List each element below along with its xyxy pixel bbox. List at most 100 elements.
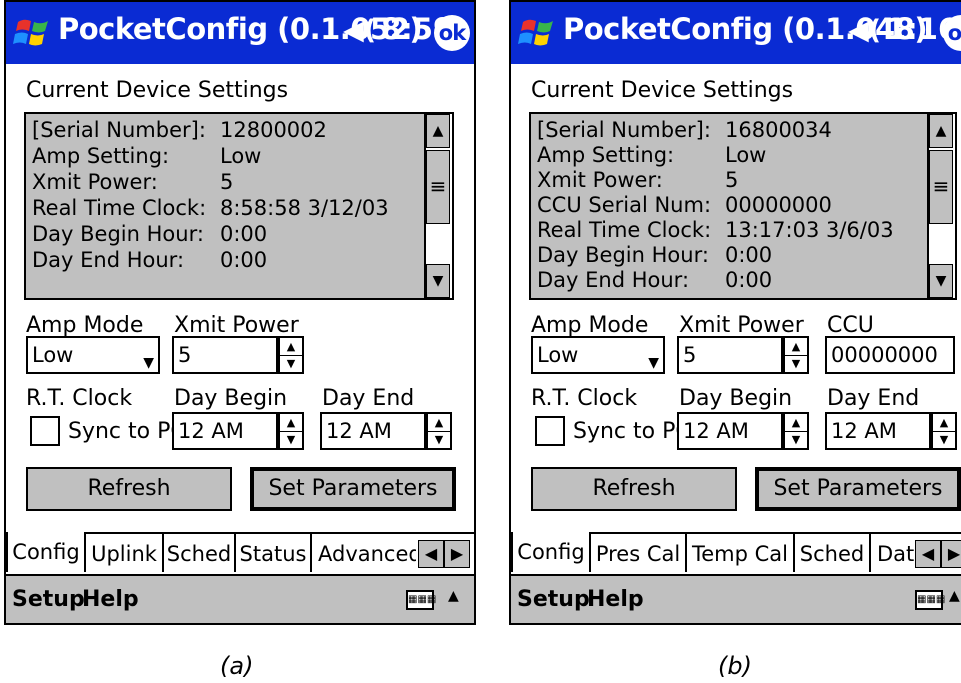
day-end-field[interactable]: 12 AM [825, 412, 931, 450]
scroll-thumb[interactable]: ≡ [426, 150, 450, 224]
list-item: Day Begin Hour: 0:00 [537, 243, 773, 267]
stepper-down-icon: ▼ [286, 357, 296, 370]
tab-sched[interactable]: Sched [795, 534, 871, 572]
day-end-label: Day End [322, 386, 415, 411]
day-begin-field[interactable]: 12 AM [172, 412, 278, 450]
amp-mode-select[interactable]: Low ▼ [26, 336, 160, 374]
list-item: Xmit Power: 5 [32, 170, 234, 194]
windows-start-icon[interactable] [12, 16, 54, 50]
stepper-up-icon: ▲ [785, 338, 807, 356]
stepper-up-icon: ▲ [428, 414, 450, 432]
list-item: Xmit Power: 5 [537, 168, 739, 192]
speaker-icon[interactable]: ◀( [848, 15, 881, 46]
ccu-field[interactable]: 00000000 [825, 336, 955, 374]
stepper-up-icon: ▲ [785, 414, 807, 432]
ccu-label: CCU [827, 313, 874, 338]
sync-label[interactable]: Sync to PC [68, 419, 186, 444]
day-end-stepper[interactable]: ▲ ▼ [426, 412, 452, 450]
tab-scroll-right-icon[interactable]: ▶ [444, 540, 470, 568]
windows-start-icon[interactable] [517, 16, 559, 50]
speaker-icon[interactable]: ◀( [343, 15, 376, 46]
chevron-down-icon: ▼ [648, 355, 659, 371]
set-parameters-button[interactable]: Set Parameters [250, 467, 456, 511]
amp-mode-label: Amp Mode [531, 313, 649, 338]
scroll-up-icon[interactable]: ▲ [426, 114, 450, 148]
tab-strip: Config Pres Cal Temp Cal Sched Data ◀ ▶ [511, 532, 961, 574]
list-item: Amp Setting: Low [32, 144, 262, 168]
rt-clock-label: R.T. Clock [26, 386, 133, 411]
device-screen-a: PocketConfig (0.1.052) ◀( 8:59 ok Curren… [4, 0, 476, 625]
day-begin-stepper[interactable]: ▲ ▼ [783, 412, 809, 450]
stepper-up-icon: ▲ [280, 338, 302, 356]
tab-pres-cal[interactable]: Pres Cal [591, 534, 687, 572]
tab-temp-cal[interactable]: Temp Cal [687, 534, 795, 572]
list-item: Day Begin Hour: 0:00 [32, 222, 268, 246]
xmit-power-stepper[interactable]: ▲ ▼ [783, 336, 809, 374]
tab-config[interactable]: Config [6, 532, 86, 572]
rt-clock-label: R.T. Clock [531, 386, 638, 411]
list-item: Day End Hour: 0:00 [537, 268, 773, 292]
chevron-down-icon: ▼ [143, 355, 154, 371]
list-item: CCU Serial Num: 00000000 [537, 193, 832, 217]
tab-scroll-left-icon[interactable]: ◀ [418, 540, 444, 568]
stepper-up-icon: ▲ [280, 414, 302, 432]
amp-mode-label: Amp Mode [26, 313, 144, 338]
scroll-up-icon[interactable]: ▲ [929, 114, 953, 148]
sync-label[interactable]: Sync to PC [573, 419, 691, 444]
vertical-scrollbar[interactable]: ▲ ≡ ▼ [424, 114, 452, 298]
tab-strip: Config Uplink Sched Status Advanced ◀ ▶ [6, 532, 474, 574]
amp-mode-select[interactable]: Low ▼ [531, 336, 665, 374]
keyboard-icon[interactable]: ▦▦▦ [915, 590, 945, 610]
stepper-up-icon: ▲ [933, 414, 955, 432]
day-begin-field[interactable]: 12 AM [677, 412, 783, 450]
ok-button[interactable]: ok [434, 15, 470, 51]
list-item: [Serial Number]: 12800002 [32, 118, 327, 142]
set-parameters-button[interactable]: Set Parameters [755, 467, 961, 511]
list-item: Amp Setting: Low [537, 143, 767, 167]
caption-a: (a) [220, 652, 254, 680]
caption-b: (b) [718, 652, 752, 680]
refresh-button[interactable]: Refresh [531, 467, 737, 511]
menu-bar: Setup Help ▦▦▦ ▲ [6, 574, 474, 623]
sip-arrow-icon[interactable]: ▲ [949, 588, 960, 604]
menu-setup[interactable]: Setup [517, 587, 590, 612]
xmit-power-stepper[interactable]: ▲ ▼ [278, 336, 304, 374]
sip-arrow-icon[interactable]: ▲ [448, 588, 459, 604]
xmit-power-field[interactable]: 5 [172, 336, 278, 374]
stepper-down-icon: ▼ [286, 433, 296, 446]
refresh-button[interactable]: Refresh [26, 467, 232, 511]
vertical-scrollbar[interactable]: ▲ ≡ ▼ [927, 114, 955, 298]
scroll-down-icon[interactable]: ▼ [929, 264, 953, 298]
sync-checkbox[interactable] [30, 416, 60, 446]
settings-label: Current Device Settings [26, 78, 289, 103]
tab-data[interactable]: Data [871, 534, 917, 572]
day-end-stepper[interactable]: ▲ ▼ [931, 412, 957, 450]
menu-help[interactable]: Help [82, 587, 139, 612]
device-screen-b: PocketConfig (0.1.048) ◀( 1:16 ok Curren… [509, 0, 961, 625]
tab-uplink[interactable]: Uplink [86, 534, 164, 572]
scroll-down-icon[interactable]: ▼ [426, 264, 450, 298]
tab-scroll-right-icon[interactable]: ▶ [941, 540, 961, 568]
sync-checkbox[interactable] [535, 416, 565, 446]
menu-setup[interactable]: Setup [12, 587, 85, 612]
title-bar: PocketConfig (0.1.048) ◀( 1:16 ok [511, 2, 961, 64]
tab-advanced[interactable]: Advanced [312, 534, 416, 572]
stepper-down-icon: ▼ [434, 433, 444, 446]
keyboard-icon[interactable]: ▦▦▦ [406, 590, 436, 610]
tab-scroll-left-icon[interactable]: ◀ [915, 540, 941, 568]
day-begin-label: Day Begin [679, 386, 793, 411]
tab-sched[interactable]: Sched [164, 534, 236, 572]
menu-bar: Setup Help ▦▦▦ ▲ [511, 574, 961, 623]
title-bar: PocketConfig (0.1.052) ◀( 8:59 ok [6, 2, 474, 64]
day-begin-stepper[interactable]: ▲ ▼ [278, 412, 304, 450]
scroll-thumb[interactable]: ≡ [929, 150, 953, 224]
menu-help[interactable]: Help [587, 587, 644, 612]
tab-config[interactable]: Config [511, 532, 591, 572]
settings-list[interactable]: [Serial Number]: 12800002 Amp Setting: Low… [24, 112, 454, 300]
day-end-field[interactable]: 12 AM [320, 412, 426, 450]
stepper-down-icon: ▼ [791, 433, 801, 446]
tab-status[interactable]: Status [236, 534, 312, 572]
settings-list[interactable]: [Serial Number]: 16800034 Amp Setting: Low… [529, 112, 957, 300]
list-item: Day End Hour: 0:00 [32, 248, 268, 272]
xmit-power-field[interactable]: 5 [677, 336, 783, 374]
